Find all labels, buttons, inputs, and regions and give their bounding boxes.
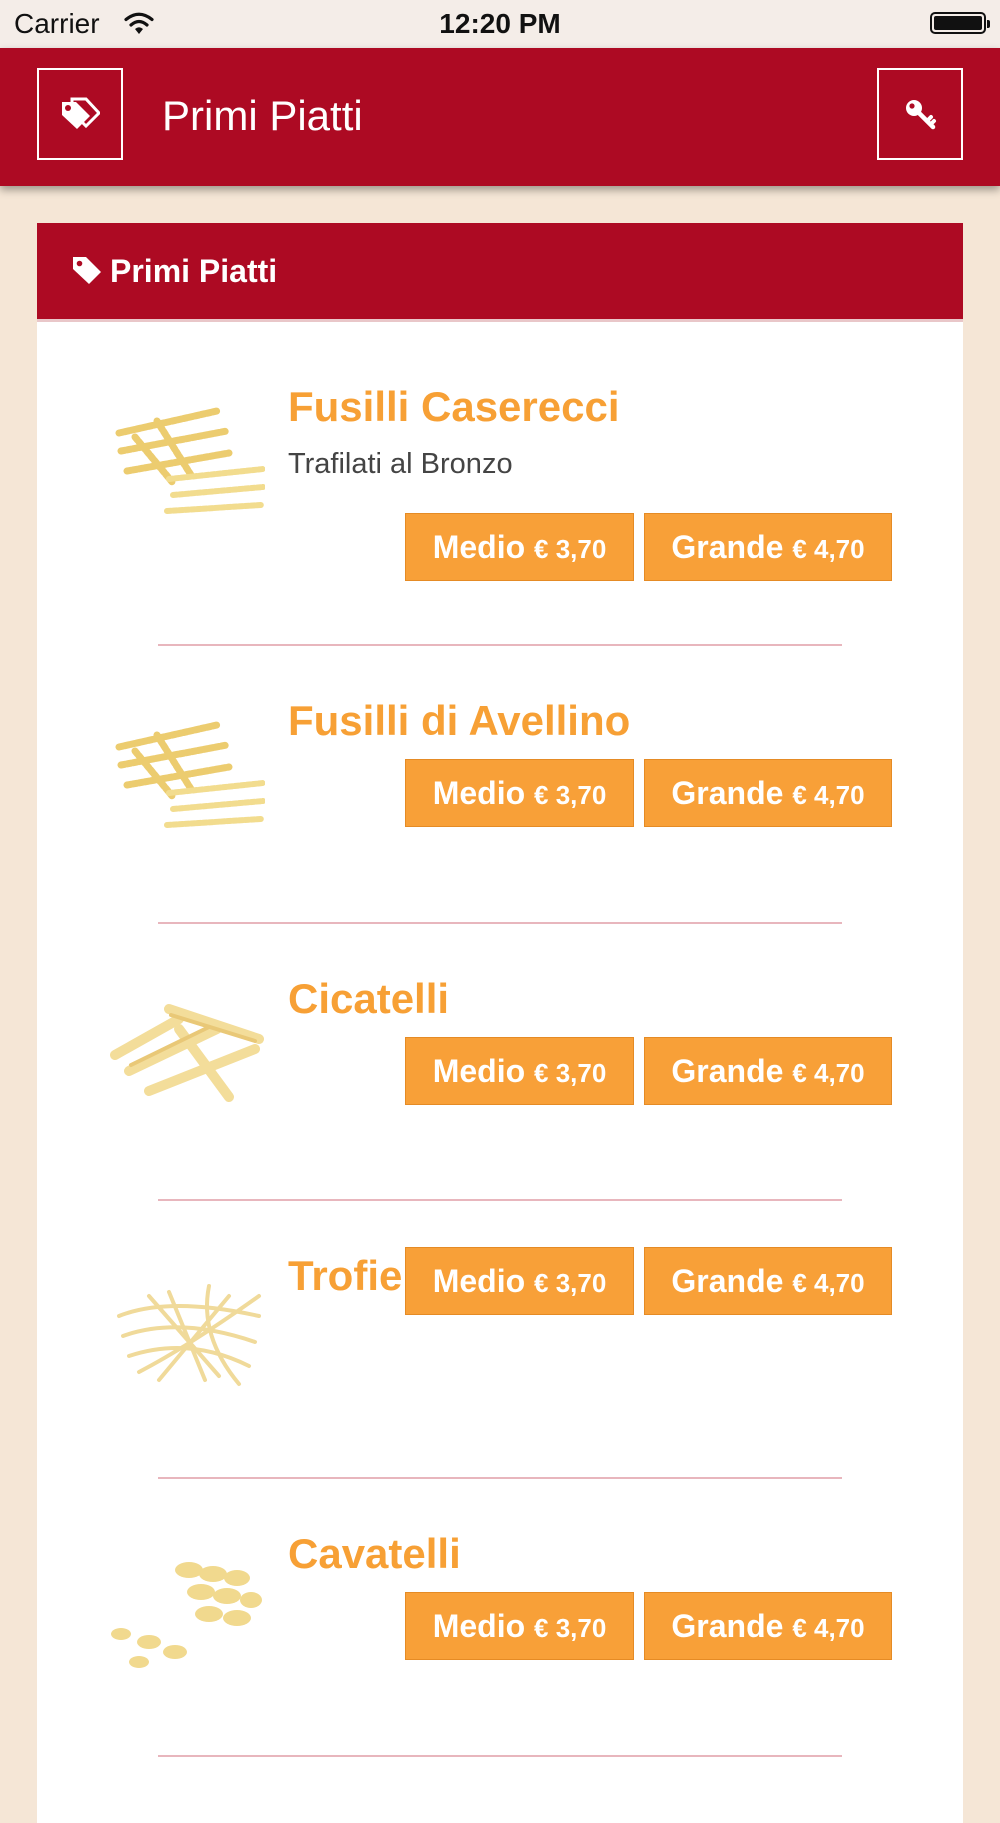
categories-button[interactable] (37, 68, 123, 160)
grande-price-button[interactable]: Grande € 4,70 (644, 1592, 892, 1660)
price-value: € 3,70 (534, 1058, 607, 1088)
grande-price-button[interactable]: Grande € 4,70 (644, 759, 892, 827)
grande-price-button[interactable]: Grande € 4,70 (644, 513, 892, 581)
cavatelli-image (111, 1562, 262, 1668)
size-label: Medio (432, 775, 526, 811)
item-name: Trofie (288, 1252, 403, 1299)
medio-price-button[interactable]: Medio € 3,70 (405, 1037, 634, 1105)
medio-price-button[interactable]: Medio € 3,70 (405, 1247, 634, 1315)
size-label: Grande (671, 775, 784, 811)
login-button[interactable] (877, 68, 963, 160)
item-name: Cicatelli (288, 975, 450, 1022)
status-bar: Carrier 12:20 PM (0, 0, 1000, 48)
divider (158, 1755, 842, 1757)
size-label: Medio (432, 529, 526, 565)
size-label: Grande (671, 529, 784, 565)
menu-card: Primi Piatti Fusilli Caserecci Trafilati… (37, 223, 963, 1823)
tags-icon (62, 97, 100, 129)
clock: 12:20 PM (439, 8, 561, 39)
price-value: € 4,70 (792, 1058, 865, 1088)
size-label: Grande (671, 1608, 784, 1644)
fusilli-image (115, 407, 265, 514)
fusilli-image (115, 721, 265, 828)
key-icon (906, 100, 936, 130)
size-label: Grande (671, 1263, 784, 1299)
navigation-bar: Primi Piatti (0, 48, 1000, 186)
medio-price-button[interactable]: Medio € 3,70 (405, 759, 634, 827)
menu-item: Trofie Medio € 3,70 Grande € 4,70 (37, 1188, 963, 1464)
section-header: Primi Piatti (37, 223, 963, 322)
item-description: Trafilati al Bronzo (288, 448, 513, 480)
medio-price-button[interactable]: Medio € 3,70 (405, 513, 634, 581)
medio-price-button[interactable]: Medio € 3,70 (405, 1592, 634, 1660)
price-value: € 4,70 (792, 780, 865, 810)
price-value: € 4,70 (792, 534, 865, 564)
section-title: Primi Piatti (110, 253, 278, 289)
item-name: Fusilli Caserecci (288, 383, 620, 430)
trofie-image (117, 1284, 261, 1386)
battery-icon (930, 12, 990, 34)
tag-icon (73, 257, 101, 284)
price-value: € 3,70 (534, 1268, 607, 1298)
menu-item: Cicatelli Medio € 3,70 Grande € 4,70 (37, 911, 963, 1187)
price-value: € 4,70 (792, 1613, 865, 1643)
cicatelli-image (110, 1004, 264, 1102)
menu-item: Cavatelli Medio € 3,70 Grande € 4,70 (37, 1466, 963, 1742)
grande-price-button[interactable]: Grande € 4,70 (644, 1247, 892, 1315)
price-value: € 4,70 (792, 1268, 865, 1298)
price-value: € 3,70 (534, 780, 607, 810)
price-value: € 3,70 (534, 1613, 607, 1643)
price-value: € 3,70 (534, 534, 607, 564)
size-label: Grande (671, 1053, 784, 1089)
grande-price-button[interactable]: Grande € 4,70 (644, 1037, 892, 1105)
size-label: Medio (432, 1608, 526, 1644)
size-label: Medio (432, 1263, 526, 1299)
item-name: Cavatelli (288, 1530, 461, 1577)
item-name: Fusilli di Avellino (288, 697, 631, 744)
menu-item: Fusilli Caserecci Trafilati al Bronzo Me… (37, 319, 963, 595)
page-title: Primi Piatti (162, 92, 363, 139)
size-label: Medio (432, 1053, 526, 1089)
menu-item: Fusilli di Avellino Medio € 3,70 Grande … (37, 633, 963, 909)
